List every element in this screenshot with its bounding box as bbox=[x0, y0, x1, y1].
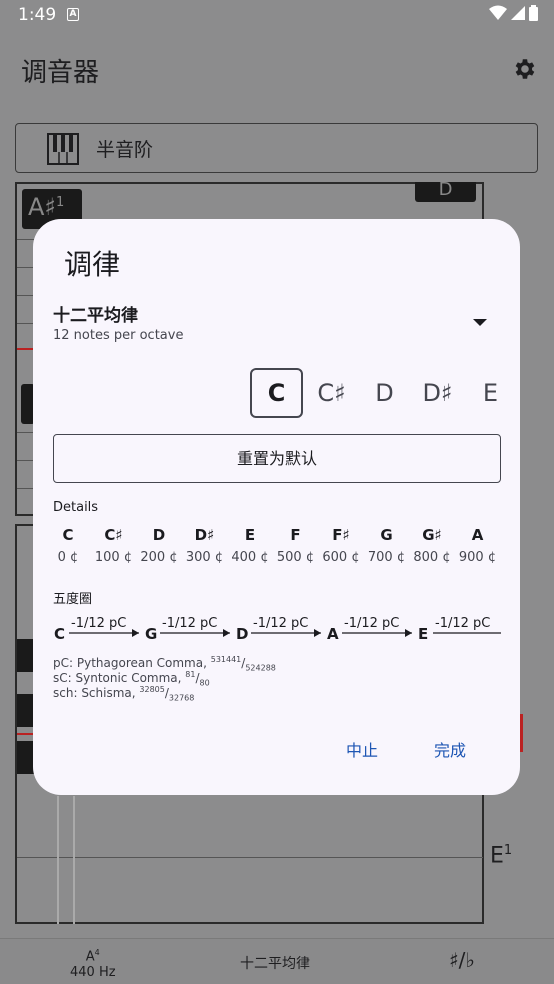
status-icons bbox=[489, 5, 538, 21]
details-cent: 900 ¢ bbox=[458, 550, 497, 565]
details-column: E 400 ¢ bbox=[227, 522, 273, 568]
details-cent: 400 ¢ bbox=[231, 550, 269, 565]
details-cent: 100 ¢ bbox=[94, 550, 133, 565]
dialog-title: 调律 bbox=[64, 248, 121, 281]
temperament-dialog: 调律 十二平均律 12 notes per octave C C♯ D D♯ E… bbox=[33, 219, 520, 795]
notification-icon: A bbox=[67, 8, 79, 21]
fifths-note: E bbox=[418, 625, 428, 643]
details-note: A bbox=[471, 526, 484, 544]
dropdown-arrow-icon bbox=[473, 319, 487, 326]
details-column: G♯ 800 ¢ bbox=[409, 522, 455, 568]
details-cent: 200 ¢ bbox=[140, 550, 178, 565]
root-note-d-sharp[interactable]: D♯ bbox=[411, 379, 464, 407]
root-note-d[interactable]: D bbox=[358, 379, 411, 407]
fifths-correction-label: -1/12 pC bbox=[162, 616, 217, 631]
fifths-note: G bbox=[145, 625, 157, 643]
circle-of-fifths-heading: 五度圈 bbox=[53, 592, 93, 607]
mode-label: 半音阶 bbox=[96, 139, 154, 161]
details-column: D♯ 300 ¢ bbox=[182, 522, 228, 568]
details-note: C♯ bbox=[104, 526, 123, 544]
details-cent: 500 ¢ bbox=[276, 550, 315, 565]
target-note-label: E1 bbox=[490, 843, 513, 869]
details-column: A 900 ¢ bbox=[455, 522, 501, 568]
fifths-arrowhead bbox=[223, 629, 230, 637]
sharp-flat-icon[interactable]: ♯/♭ bbox=[449, 948, 475, 972]
details-note: D bbox=[152, 526, 166, 544]
details-note: G bbox=[380, 526, 393, 544]
fifths-correction-label: -1/12 pC bbox=[71, 616, 126, 631]
root-note-e[interactable]: E bbox=[464, 379, 517, 407]
battery-icon bbox=[529, 5, 538, 21]
fifths-note: A bbox=[327, 625, 339, 643]
details-cent: 300 ¢ bbox=[185, 550, 224, 565]
neighbor-note-badge: D bbox=[415, 181, 476, 202]
root-note-c[interactable]: C bbox=[250, 368, 303, 418]
details-note: F♯ bbox=[332, 526, 350, 544]
details-column: D 200 ¢ bbox=[136, 522, 182, 568]
details-note: G♯ bbox=[422, 526, 442, 544]
temperament-subtitle: 12 notes per octave bbox=[53, 328, 184, 343]
fifths-correction-label: -1/12 pC bbox=[344, 616, 399, 631]
details-cent: 700 ¢ bbox=[367, 550, 406, 565]
legend-sch: sch: Schisma, 32805/32768 bbox=[53, 685, 195, 703]
root-note-selector[interactable]: C C♯ D D♯ E bbox=[250, 367, 517, 419]
fifths-note: C bbox=[54, 625, 65, 643]
gear-icon[interactable] bbox=[511, 56, 537, 82]
ok-button[interactable]: 完成 bbox=[434, 737, 466, 761]
details-note: D♯ bbox=[194, 526, 215, 544]
details-column: C♯ 100 ¢ bbox=[91, 522, 137, 568]
fifths-arrowhead bbox=[314, 629, 321, 637]
temperament-dropdown[interactable]: 十二平均律 12 notes per octave bbox=[33, 297, 520, 351]
details-heading: Details bbox=[53, 500, 99, 515]
details-column: F 500 ¢ bbox=[273, 522, 319, 568]
signal-icon bbox=[511, 6, 525, 20]
circle-of-fifths-diagram: C G D A E -1/12 pC -1/12 pC -1/12 pC -1/12 pC -1/… bbox=[54, 616, 501, 643]
details-column: G 700 ¢ bbox=[364, 522, 410, 568]
fifths-correction-label: -1/12 pC bbox=[253, 616, 308, 631]
fifths-arrowhead bbox=[405, 629, 412, 637]
cancel-button[interactable]: 中止 bbox=[346, 737, 378, 761]
reset-button[interactable]: 重置为默认 bbox=[53, 434, 501, 483]
root-note-c-sharp[interactable]: C♯ bbox=[305, 379, 358, 407]
temperament-button[interactable]: 十二平均律 bbox=[240, 953, 310, 973]
status-time: 1:49 bbox=[18, 5, 57, 25]
app-title: 调音器 bbox=[21, 58, 100, 88]
mode-selector[interactable]: 半音阶 bbox=[15, 123, 538, 173]
details-column: C 0 ¢ bbox=[53, 522, 91, 568]
details-note: C bbox=[62, 526, 74, 544]
reference-pitch[interactable]: A4 440 Hz bbox=[70, 945, 116, 981]
details-column: F♯ 600 ¢ bbox=[318, 522, 364, 568]
details-table: C 0 ¢ C♯ 100 ¢ D 200 ¢ D♯ 300 ¢ E 400 ¢ F 500 ¢ F♯ 60… bbox=[53, 522, 501, 572]
piano-icon bbox=[47, 133, 79, 165]
fifths-correction-label: -1/12 pC bbox=[435, 616, 490, 631]
details-note: F bbox=[290, 526, 301, 544]
wifi-icon bbox=[489, 5, 507, 20]
temperament-name: 十二平均律 bbox=[53, 306, 138, 326]
details-note: E bbox=[244, 526, 256, 544]
fifths-note: D bbox=[236, 625, 248, 643]
details-cent: 0 ¢ bbox=[57, 550, 79, 565]
details-cent: 800 ¢ bbox=[413, 550, 451, 565]
details-cent: 600 ¢ bbox=[322, 550, 360, 565]
fifths-arrowhead bbox=[132, 629, 139, 637]
